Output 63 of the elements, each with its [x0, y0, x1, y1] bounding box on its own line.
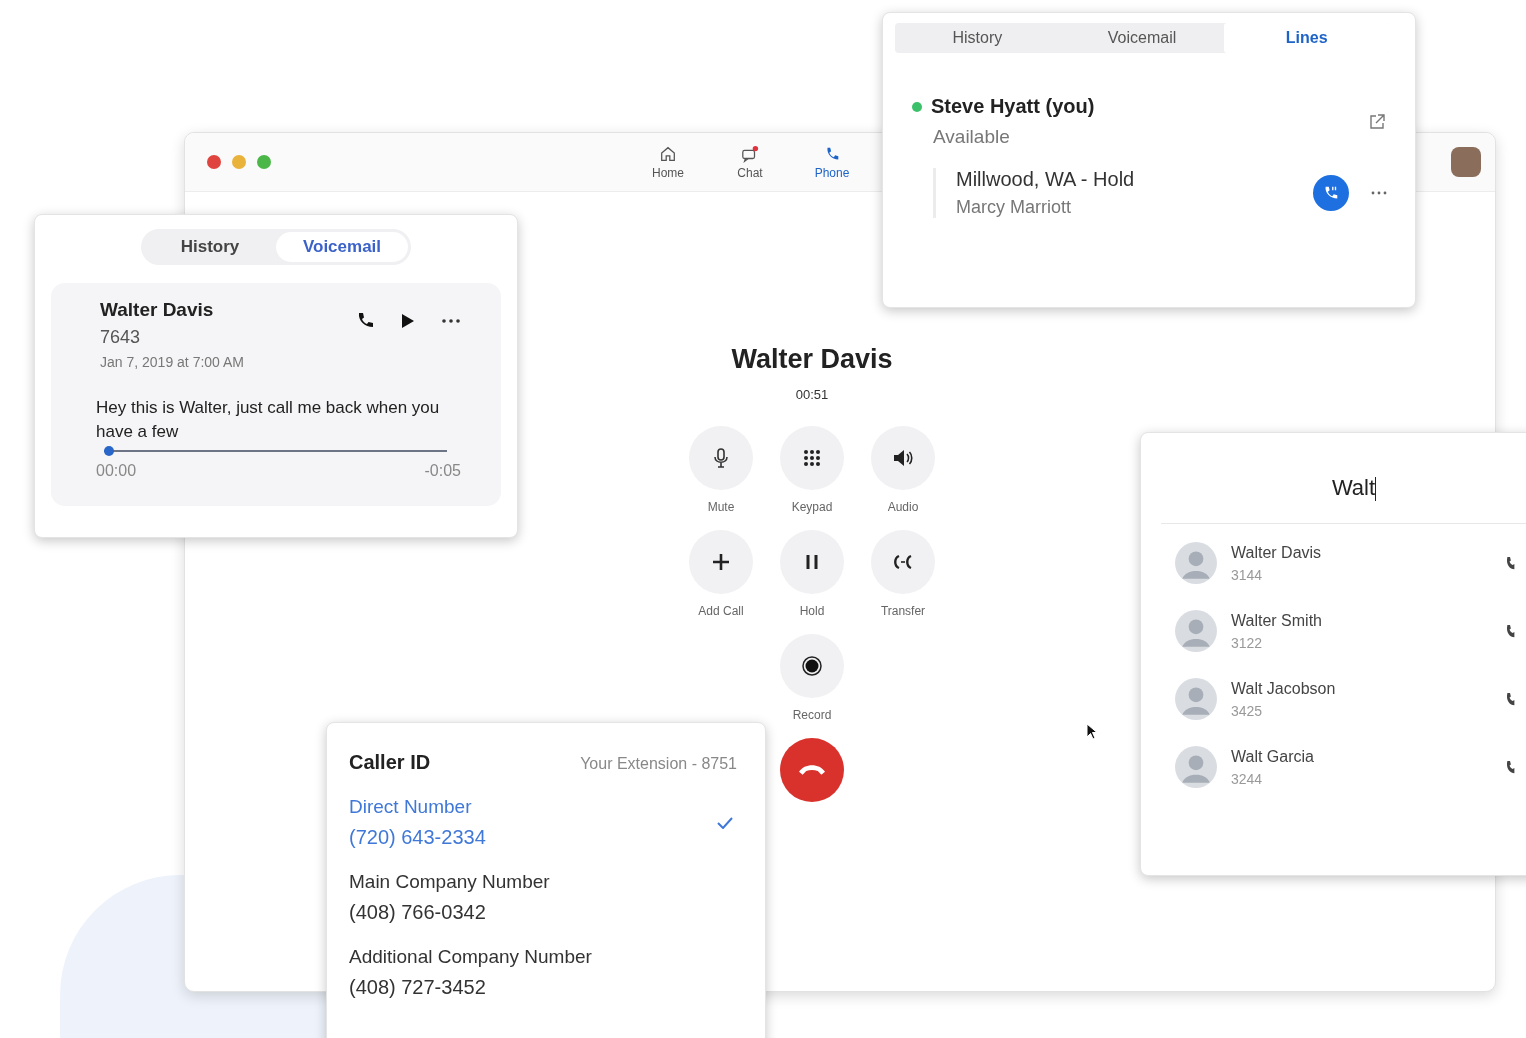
- phone-icon[interactable]: [1505, 692, 1515, 707]
- caller-id-option[interactable]: Direct Number (720) 643-2334: [349, 796, 737, 849]
- extension: 7643: [100, 327, 142, 348]
- slider-thumb[interactable]: [104, 446, 114, 456]
- call-timer: 00:51: [795, 387, 829, 402]
- nav-tab[interactable]: Chat: [727, 144, 773, 180]
- option-label: Additional Company Number: [349, 946, 592, 968]
- tab[interactable]: History: [144, 232, 276, 262]
- user-status: Available: [933, 126, 1011, 148]
- tab[interactable]: Lines: [1224, 23, 1389, 53]
- voicemail-transcript: Hey this is Walter, just call me back when you have a few: [96, 397, 441, 443]
- phone-icon[interactable]: [1505, 760, 1515, 775]
- more-icon[interactable]: [441, 318, 461, 324]
- phone-number: (408) 766-0342: [349, 901, 487, 924]
- nav-tab[interactable]: Phone: [809, 144, 855, 180]
- user-name: Steve Hyatt (you): [931, 95, 1095, 118]
- tab[interactable]: Voicemail: [276, 232, 408, 262]
- resume-call-button[interactable]: [1313, 175, 1349, 211]
- extension: 3144: [1231, 566, 1264, 583]
- checkmark-icon: [717, 816, 733, 829]
- avatar: [1175, 746, 1217, 789]
- avatar: [1175, 678, 1217, 721]
- phone-number: (408) 727-3452: [349, 976, 487, 999]
- contact-name: Walter Davis: [1231, 543, 1323, 562]
- avatar: [1175, 542, 1217, 585]
- contact-name: Walt Garcia: [1231, 747, 1315, 766]
- record-icon: [800, 654, 824, 678]
- external-link-icon[interactable]: [1367, 111, 1387, 132]
- phone-number: (720) 643-2334: [349, 826, 486, 849]
- extension-label: Your Extension - 8751: [580, 755, 737, 773]
- phone-icon[interactable]: [1505, 556, 1515, 571]
- playback-slider[interactable]: [104, 446, 447, 456]
- option-label: Direct Number: [349, 796, 473, 818]
- avatar: [1175, 610, 1217, 653]
- more-icon[interactable]: [1371, 191, 1387, 195]
- contact-name: Walter Smith: [1231, 611, 1323, 630]
- elapsed-time: 00:00: [96, 462, 137, 480]
- avatar[interactable]: [1451, 147, 1481, 177]
- phone-icon[interactable]: [1505, 624, 1515, 639]
- caller-name: Marcy Marriott: [956, 197, 1072, 218]
- line-title: Millwood, WA - Hold: [956, 168, 1136, 191]
- play-icon[interactable]: [401, 313, 415, 329]
- voicemail-date: Jan 7, 2019 at 7:00 AM: [100, 354, 244, 370]
- extension: 3425: [1231, 702, 1264, 719]
- contact-name: Walter Davis: [100, 299, 215, 321]
- nav-tab[interactable]: Home: [645, 144, 691, 180]
- tab[interactable]: History: [895, 23, 1060, 53]
- remaining-time: -0:05: [424, 462, 461, 480]
- contact-name: Walt Jacobson: [1231, 679, 1337, 698]
- hang-up-icon: [799, 765, 825, 775]
- extension: 3122: [1231, 634, 1264, 651]
- mouse-pointer-icon: [1086, 723, 1098, 741]
- panel-title: Caller ID: [349, 751, 431, 774]
- caller-name: Walter Davis: [731, 344, 893, 375]
- close-control[interactable]: [207, 155, 221, 169]
- extension: 3244: [1231, 770, 1264, 787]
- tab[interactable]: Voicemail: [1059, 23, 1225, 53]
- chat-icon: [740, 144, 760, 163]
- caller-id-option[interactable]: Additional Company Number (408) 727-3452: [349, 946, 737, 999]
- search-field[interactable]: Walt: [1161, 475, 1526, 525]
- option-label: Main Company Number: [349, 871, 550, 893]
- caller-id-option[interactable]: Main Company Number (408) 766-0342: [349, 871, 737, 924]
- home-icon: [658, 144, 678, 163]
